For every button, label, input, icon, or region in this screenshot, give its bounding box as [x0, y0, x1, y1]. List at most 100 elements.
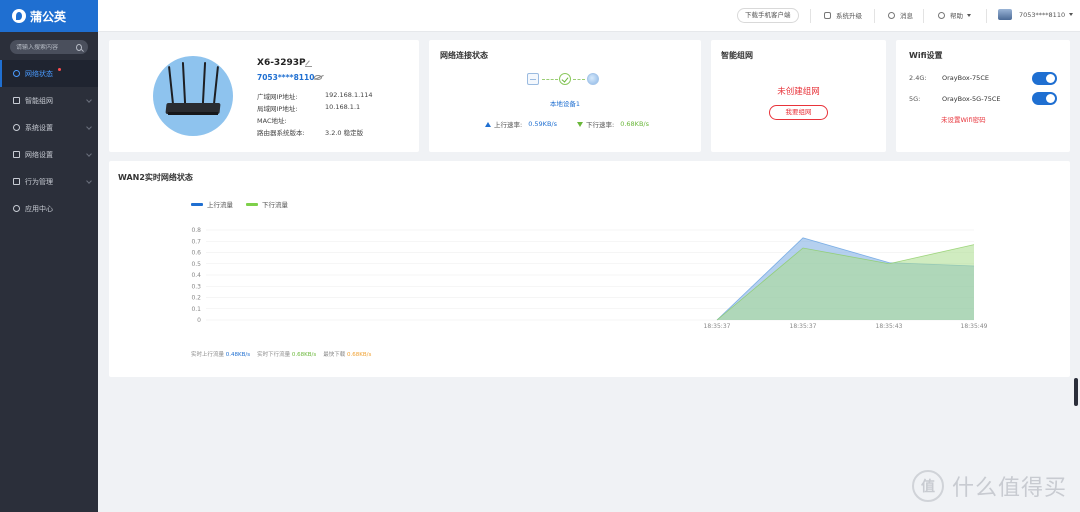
sidebar-item-label: 行为管理 — [25, 177, 53, 186]
wifi-ssid: OrayBox-75CE — [942, 74, 989, 82]
search-icon[interactable] — [76, 43, 82, 51]
sidebar-item-label: 系统设置 — [25, 123, 53, 132]
user-menu[interactable]: 7053****8110 — [998, 9, 1074, 20]
user-name: 7053****8110 — [1019, 10, 1066, 19]
network-icon — [13, 151, 20, 158]
stat-value: 0.48KB/s — [225, 352, 251, 358]
notification-dot — [58, 68, 61, 71]
link-line — [573, 79, 585, 80]
caret-down-icon — [967, 13, 971, 17]
chevron-down-icon — [86, 178, 92, 184]
device-icon — [527, 73, 539, 85]
eye-off-icon[interactable] — [314, 75, 322, 80]
help-icon — [938, 11, 945, 19]
mac-label: MAC地址: — [257, 117, 287, 125]
messages-button[interactable]: 消息 — [888, 10, 913, 20]
sidebar-item-label: 智能组网 — [25, 96, 53, 105]
sidebar-search[interactable] — [10, 40, 88, 54]
stat-label: 最快下载 — [323, 352, 346, 358]
chevron-down-icon — [86, 124, 92, 130]
watermark-logo: 值 — [912, 470, 944, 502]
local-device-link[interactable]: 本地设备1 — [429, 98, 701, 108]
download-client-button[interactable]: 下载手机客户端 — [737, 8, 799, 23]
x-tick-label: 18:35:37 — [704, 323, 731, 330]
antenna — [201, 61, 207, 105]
lan-ip-label: 局域网IP地址: — [257, 105, 298, 113]
realtime-stats: 实时上行流量 0.48KB/s 实时下行流量 0.68KB/s 最快下载 0.6… — [191, 350, 378, 358]
wan-ip-label: 广域网IP地址: — [257, 93, 298, 101]
network-status-card: 网络连接状态 本地设备1 上行速率: 0.59KB/s 下行速率: 0.68KB… — [429, 40, 701, 152]
sidebar-item-network-status[interactable]: 网络状态 — [0, 60, 98, 87]
create-mesh-button[interactable]: 我要组网 — [769, 105, 828, 120]
divider — [810, 9, 811, 23]
help-menu[interactable]: 帮助 — [938, 10, 971, 20]
y-tick-label: 0.6 — [191, 250, 201, 257]
lock-icon — [824, 11, 831, 19]
mesh-status: 未创建组网 — [777, 87, 820, 97]
antenna — [181, 61, 187, 105]
scrollbar-thumb[interactable] — [1074, 378, 1078, 406]
avatar — [998, 9, 1012, 20]
stat-label: 实时下行流量 — [257, 352, 291, 358]
upgrade-button[interactable]: 系统升级 — [824, 10, 862, 20]
card-title: 智能组网 — [721, 51, 753, 60]
upgrade-label: 系统升级 — [836, 12, 862, 20]
wifi-password-warning[interactable]: 未设置Wifi密码 — [941, 114, 986, 124]
gear-icon — [13, 124, 20, 131]
wifi-band-label: 5G: — [909, 95, 921, 103]
stat-upload: 实时上行流量 0.48KB/s — [191, 350, 250, 358]
version-value: 3.2.0 稳定版 — [325, 129, 364, 137]
globe-icon — [587, 73, 599, 85]
app-logo[interactable]: 蒲公英 — [0, 0, 98, 32]
y-tick-label: 0.1 — [191, 306, 201, 313]
upload-value: 0.59KB/s — [528, 120, 557, 128]
stat-value: 0.68KB/s — [291, 352, 317, 358]
download-label: 下行速率: — [586, 121, 615, 129]
status-icon — [13, 70, 20, 77]
wan-chart-card: WAN2实时网络状态 上行流量 下行流量 0.8 0.7 0.6 0.5 0.4 0.3 0… — [109, 161, 1070, 377]
wifi-5g-toggle[interactable] — [1032, 92, 1057, 105]
device-name: X6-3293P — [257, 58, 306, 68]
sidebar-item-apps[interactable]: 应用中心 — [0, 195, 98, 222]
device-card: X6-3293P 7053****8110 广域网IP地址: 192.168.1… — [109, 40, 419, 152]
y-tick-label: 0.3 — [191, 283, 201, 290]
check-icon — [559, 73, 571, 85]
x-tick-label: 18:35:37 — [790, 323, 817, 330]
version-label: 路由器系统版本: — [257, 129, 305, 137]
x-tick-label: 18:35:43 — [876, 323, 903, 330]
arrow-up-icon — [485, 121, 491, 127]
sidebar-item-label: 网络状态 — [25, 69, 53, 78]
stat-max: 最快下载 0.68KB/s — [323, 350, 371, 358]
wifi-card: Wifi设置 2.4G: OrayBox-75CE 5G: OrayBox-5G… — [896, 40, 1070, 152]
traffic-chart: 0.8 0.7 0.6 0.5 0.4 0.3 0.2 0.1 0 18:35:37 18:35:3… — [191, 227, 988, 330]
sidebar-item-label: 应用中心 — [25, 204, 53, 213]
sidebar-item-network-settings[interactable]: 网络设置 — [0, 141, 98, 168]
mesh-icon — [13, 97, 20, 104]
sidebar-item-behavior[interactable]: 行为管理 — [0, 168, 98, 195]
top-bar: 下载手机客户端 系统升级 消息 帮助 7053****8110 — [98, 0, 1080, 32]
y-tick-label: 0.5 — [191, 261, 201, 268]
chevron-down-icon — [86, 151, 92, 157]
sidebar: 蒲公英 网络状态 智能组网 系统设置 网络设置 行为管理 应用中心 — [0, 0, 98, 512]
watermark-text: 什么值得买 — [952, 476, 1068, 501]
messages-label: 消息 — [900, 12, 913, 20]
connection-diagram — [527, 72, 601, 86]
edit-icon[interactable] — [305, 60, 312, 67]
wifi-band-label: 2.4G: — [909, 74, 927, 82]
sidebar-item-label: 网络设置 — [25, 150, 53, 159]
stat-download: 实时下行流量 0.68KB/s — [257, 350, 316, 358]
router-front — [168, 112, 218, 115]
y-tick-label: 0.4 — [191, 272, 201, 279]
sidebar-item-system-settings[interactable]: 系统设置 — [0, 114, 98, 141]
search-input[interactable] — [16, 43, 76, 51]
x-tick-label: 18:35:49 — [961, 323, 988, 330]
wan-ip-value: 192.168.1.114 — [325, 91, 373, 99]
y-tick-label: 0 — [197, 317, 201, 324]
sidebar-item-mesh[interactable]: 智能组网 — [0, 87, 98, 114]
wifi-24g-toggle[interactable] — [1032, 72, 1057, 85]
device-id: 7053****8110 — [257, 73, 315, 82]
divider — [923, 9, 924, 23]
download-speed: 下行速率: 0.68KB/s — [577, 119, 649, 129]
apps-icon — [13, 205, 20, 212]
chevron-down-icon — [86, 97, 92, 103]
